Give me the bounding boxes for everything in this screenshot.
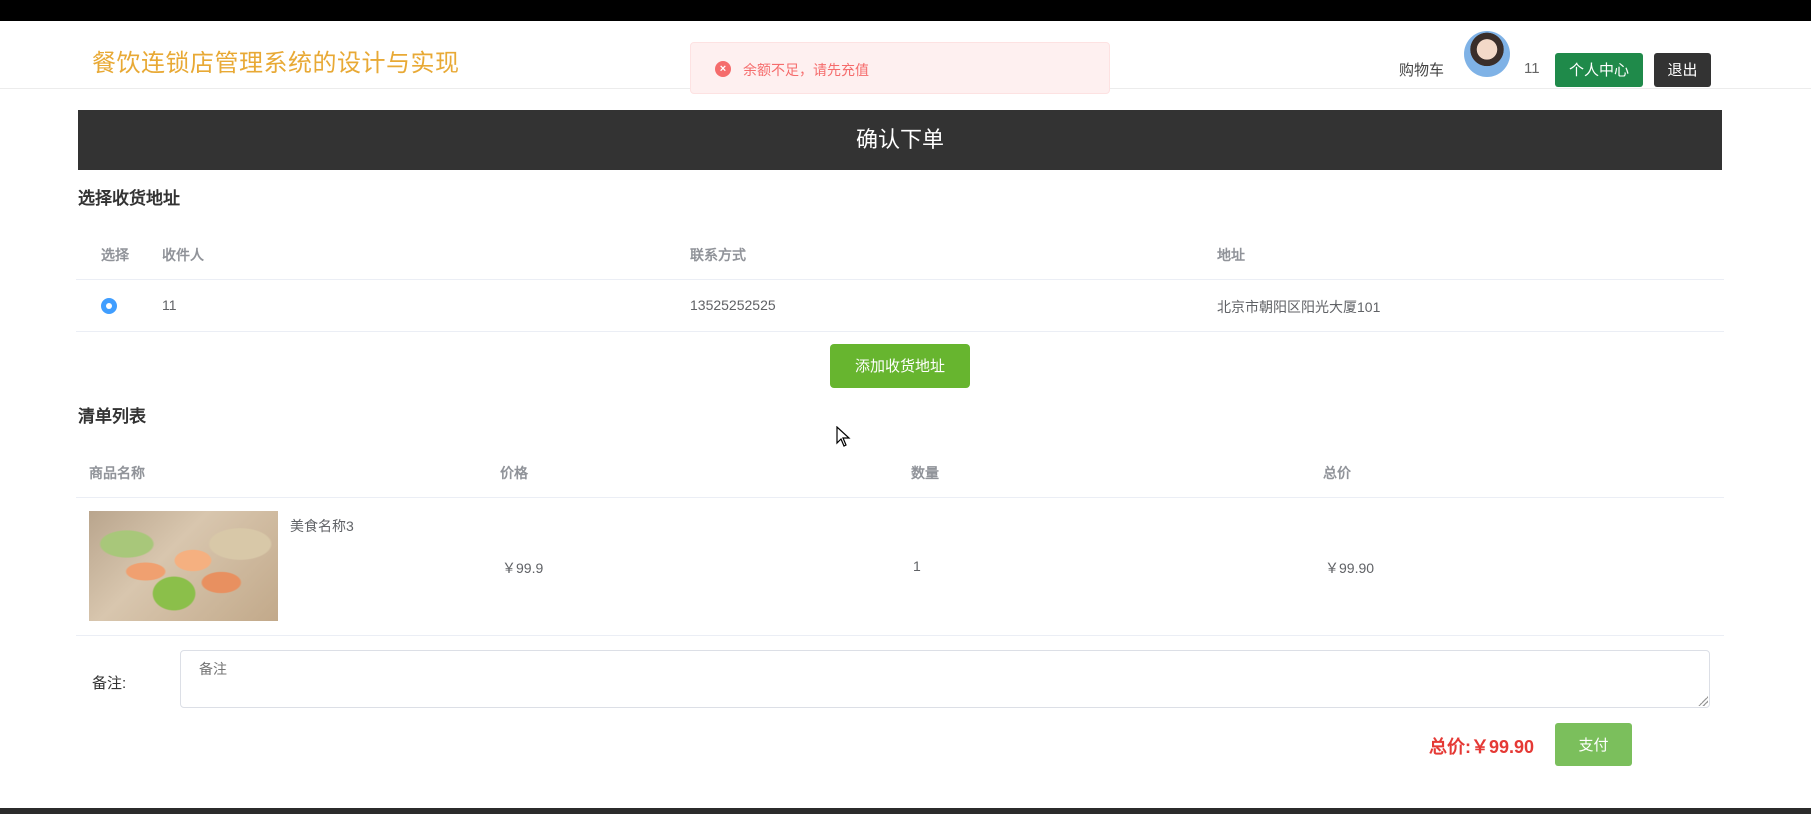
food-image[interactable] — [89, 511, 278, 621]
top-frame-bar — [0, 0, 1811, 21]
column-header-quantity: 数量 — [911, 465, 939, 481]
column-header-address: 地址 — [1217, 247, 1245, 263]
error-toast: × 余额不足，请先充值 — [690, 42, 1110, 94]
page-title: 确认下单 — [78, 110, 1722, 170]
column-header-total: 总价 — [1323, 465, 1351, 481]
user-name: 11 — [1524, 60, 1540, 77]
phone-cell: 13525252525 — [690, 297, 776, 313]
address-radio[interactable] — [101, 298, 117, 314]
item-price-cell: ￥99.9 — [502, 560, 544, 576]
resize-handle-icon[interactable] — [1698, 696, 1708, 706]
total-label-text: 总价: — [1429, 737, 1471, 757]
error-circle-icon: × — [715, 61, 731, 77]
remark-label: 备注: — [92, 675, 127, 692]
site-title[interactable]: 餐饮连锁店管理系统的设计与实现 — [92, 43, 460, 78]
logout-button[interactable]: 退出 — [1654, 53, 1711, 87]
mouse-cursor-icon — [836, 426, 851, 447]
item-name-cell: 美食名称3 — [290, 518, 354, 534]
item-quantity-cell: 1 — [913, 558, 921, 574]
bottom-frame-bar — [0, 808, 1811, 814]
pay-button[interactable]: 支付 — [1555, 723, 1632, 766]
list-section-title: 清单列表 — [78, 407, 146, 426]
toast-message: 余额不足，请先充值 — [743, 62, 869, 78]
recipient-cell: 11 — [162, 297, 177, 313]
address-table-header: 选择 收件人 联系方式 地址 — [76, 228, 1724, 280]
address-section-title: 选择收货地址 — [78, 189, 180, 208]
cart-link[interactable]: 购物车 — [1399, 59, 1444, 80]
profile-button[interactable]: 个人中心 — [1555, 53, 1643, 87]
add-address-button[interactable]: 添加收货地址 — [830, 344, 970, 388]
column-header-recipient: 收件人 — [162, 247, 204, 263]
avatar[interactable] — [1464, 31, 1510, 77]
remark-textarea[interactable] — [180, 650, 1710, 708]
table-row[interactable]: 11 13525252525 北京市朝阳区阳光大厦101 — [76, 280, 1724, 332]
item-total-cell: ￥99.90 — [1325, 560, 1375, 576]
table-row: 美食名称3 ￥99.9 1 ￥99.90 — [76, 498, 1724, 636]
column-header-phone: 联系方式 — [690, 247, 746, 263]
item-table-header: 商品名称 价格 数量 总价 — [76, 446, 1724, 498]
column-header-price: 价格 — [500, 465, 528, 481]
total-price-label: 总价:￥99.90 — [1429, 733, 1534, 759]
column-header-name: 商品名称 — [89, 465, 145, 481]
total-price-value: ￥99.90 — [1471, 737, 1535, 757]
address-cell: 北京市朝阳区阳光大厦101 — [1217, 299, 1381, 315]
column-header-select: 选择 — [101, 247, 129, 263]
